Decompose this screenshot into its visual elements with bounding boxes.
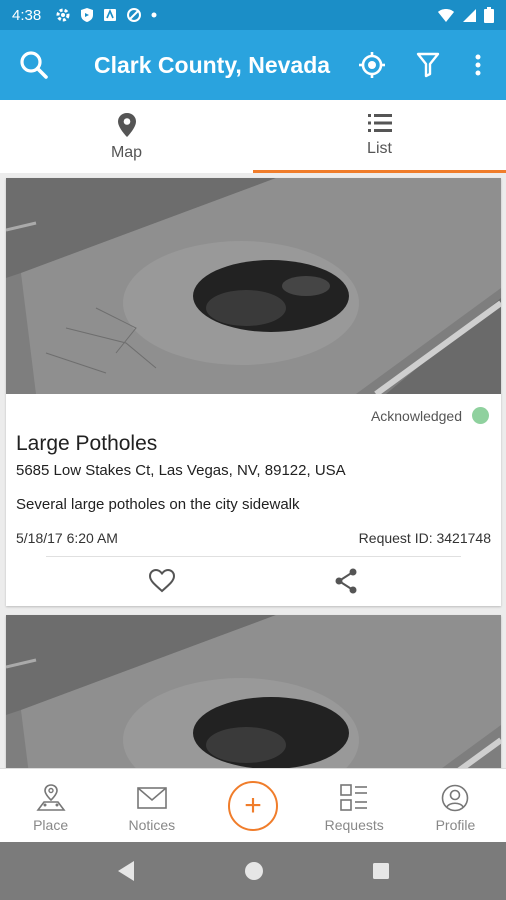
view-tabs: Map List bbox=[0, 100, 506, 173]
home-icon[interactable] bbox=[244, 861, 264, 881]
wifi-icon bbox=[438, 8, 454, 22]
requests-icon bbox=[340, 784, 368, 811]
status-dot bbox=[472, 407, 489, 424]
pothole-photo bbox=[6, 615, 501, 768]
report-title: Large Potholes bbox=[16, 432, 158, 455]
search-icon bbox=[20, 51, 48, 79]
report-address: 5685 Low Stakes Ct, Las Vegas, NV, 89122… bbox=[16, 462, 346, 479]
tab-list-label: List bbox=[367, 140, 392, 157]
new-request-button[interactable]: + bbox=[202, 769, 303, 842]
battery-icon bbox=[484, 7, 494, 23]
status-bar: 4:38 bbox=[0, 0, 506, 30]
locate-button[interactable] bbox=[344, 37, 400, 93]
nav-profile-label: Profile bbox=[435, 817, 476, 833]
nav-notices-label: Notices bbox=[128, 817, 176, 833]
no-disturb-icon bbox=[127, 8, 142, 22]
gear-icon bbox=[56, 8, 70, 22]
app-bar: Clark County, Nevada bbox=[0, 30, 506, 100]
recents-icon[interactable] bbox=[372, 862, 390, 880]
search-button[interactable] bbox=[6, 37, 62, 93]
map-pin-icon bbox=[117, 113, 136, 137]
list-icon bbox=[367, 114, 392, 132]
overflow-menu-button[interactable] bbox=[456, 37, 500, 93]
report-card[interactable] bbox=[6, 615, 501, 768]
crosshair-icon bbox=[359, 52, 385, 78]
request-id: Request ID: 3421748 bbox=[358, 530, 491, 546]
place-icon bbox=[35, 784, 66, 811]
bottom-navigation: Place Notices + Requests Profile bbox=[0, 768, 506, 842]
more-vert-icon bbox=[475, 54, 481, 76]
status-indicator: Acknowledged bbox=[371, 407, 489, 424]
signal-icon bbox=[463, 8, 476, 22]
filter-button[interactable] bbox=[400, 37, 456, 93]
nav-place[interactable]: Place bbox=[0, 769, 101, 842]
nav-requests[interactable]: Requests bbox=[304, 769, 405, 842]
report-list[interactable]: Acknowledged Large Potholes 5685 Low Sta… bbox=[0, 173, 506, 768]
page-title: Clark County, Nevada bbox=[94, 51, 331, 78]
dot-icon bbox=[151, 12, 157, 18]
shield-icon bbox=[81, 8, 94, 22]
report-description: Several large potholes on the city sidew… bbox=[16, 496, 300, 513]
nav-notices[interactable]: Notices bbox=[101, 769, 202, 842]
pothole-photo bbox=[6, 178, 501, 394]
tab-list[interactable]: List bbox=[253, 100, 506, 173]
nav-requests-label: Requests bbox=[324, 817, 384, 833]
back-icon[interactable] bbox=[116, 860, 136, 882]
heart-icon[interactable] bbox=[148, 567, 176, 595]
add-icon: + bbox=[228, 780, 278, 831]
status-label: Acknowledged bbox=[370, 407, 462, 424]
report-card[interactable]: Acknowledged Large Potholes 5685 Low Sta… bbox=[6, 178, 501, 606]
share-icon[interactable] bbox=[332, 567, 360, 595]
news-icon bbox=[104, 8, 117, 21]
notification-icons bbox=[55, 7, 157, 23]
report-date: 5/18/17 6:20 AM bbox=[16, 530, 118, 546]
mail-icon bbox=[136, 787, 167, 809]
tab-map[interactable]: Map bbox=[0, 100, 253, 173]
system-navigation-bar bbox=[0, 842, 506, 900]
status-time: 4:38 bbox=[12, 6, 42, 24]
filter-icon bbox=[416, 52, 440, 78]
profile-icon bbox=[442, 784, 469, 812]
nav-profile[interactable]: Profile bbox=[405, 769, 506, 842]
card-divider bbox=[46, 556, 461, 557]
nav-place-label: Place bbox=[33, 817, 69, 833]
tab-map-label: Map bbox=[110, 144, 143, 161]
